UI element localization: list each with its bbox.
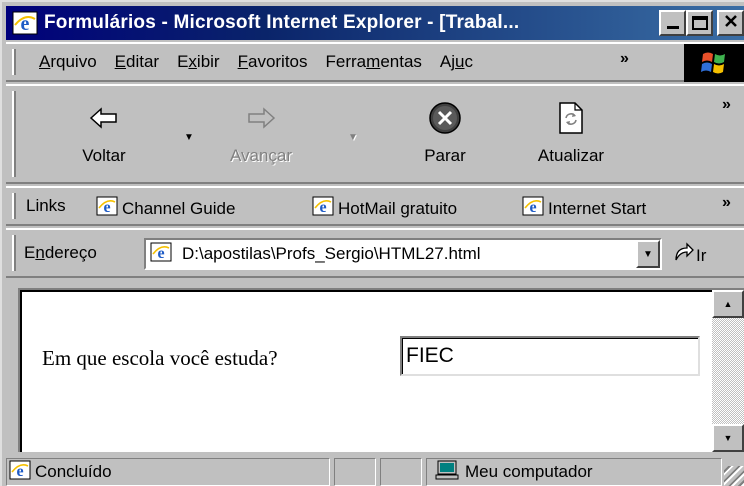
scroll-down-button[interactable]: ▼ <box>712 424 744 452</box>
ie-page-icon: e <box>9 460 31 485</box>
toolbar-grip[interactable] <box>12 91 16 177</box>
link-hotmail[interactable]: e HotMail gratuito <box>312 196 457 221</box>
address-input[interactable]: e D:\apostilas\Profs_Sergio\HTML27.html … <box>144 238 662 270</box>
status-text: Concluído <box>35 462 112 481</box>
back-arrow-icon <box>89 96 119 140</box>
computer-icon <box>435 460 459 485</box>
chevron-down-icon: ▼ <box>643 248 653 260</box>
toolbar-more-chevron-icon[interactable]: » <box>722 96 731 114</box>
go-arrow-icon <box>672 242 694 269</box>
close-button[interactable] <box>717 10 744 36</box>
page-content: Em que escola você estuda? FIEC ▲ ▼ <box>18 288 744 452</box>
vertical-scrollbar[interactable]: ▲ ▼ <box>712 290 744 452</box>
resize-grip[interactable] <box>724 466 744 486</box>
menu-editar[interactable]: Editar <box>106 52 168 72</box>
address-label: Endereço <box>24 243 97 262</box>
school-text-field[interactable]: FIEC <box>400 336 700 376</box>
address-dropdown-button[interactable]: ▼ <box>636 240 660 268</box>
address-grip[interactable] <box>12 235 16 271</box>
address-url: D:\apostilas\Profs_Sergio\HTML27.html <box>182 244 481 263</box>
link-internet-start[interactable]: e Internet Start <box>522 196 646 221</box>
chevron-down-icon: ▼ <box>723 433 733 443</box>
back-button[interactable]: Voltar <box>54 96 154 180</box>
status-bar: e Concluído Meu computador <box>6 456 744 486</box>
ie-page-icon: e <box>96 196 118 221</box>
ie-page-icon: e <box>522 196 544 221</box>
close-icon <box>724 14 738 33</box>
stop-button[interactable]: Parar <box>400 96 490 180</box>
scroll-up-button[interactable]: ▲ <box>712 290 744 318</box>
menu-more-chevron-icon[interactable]: » <box>620 50 629 68</box>
links-grip[interactable] <box>12 193 16 219</box>
minimize-button[interactable] <box>659 10 686 36</box>
menu-favoritos[interactable]: Favoritos <box>229 52 317 72</box>
link-channel-guide[interactable]: e Channel Guide <box>96 196 235 221</box>
status-text-panel: e Concluído <box>6 458 330 486</box>
maximize-icon <box>691 16 708 30</box>
title-bar[interactable]: e Formulários - Microsoft Internet Explo… <box>6 6 744 40</box>
stop-icon <box>428 96 462 140</box>
back-dropdown-icon[interactable]: ▼ <box>184 132 194 143</box>
menu-exibir[interactable]: Exibir <box>168 52 229 72</box>
ie-page-icon: e <box>150 242 172 267</box>
chevron-up-icon: ▲ <box>723 299 733 309</box>
zone-panel: Meu computador <box>426 458 722 486</box>
window-title: Formulários - Microsoft Internet Explore… <box>44 12 520 33</box>
forward-arrow-icon <box>246 96 276 140</box>
links-label[interactable]: Links <box>26 196 66 216</box>
refresh-button[interactable]: Atualizar <box>516 96 626 180</box>
links-more-chevron-icon[interactable]: » <box>722 194 731 212</box>
maximize-button[interactable] <box>686 10 713 36</box>
standard-toolbar: Voltar ▼ Avançar ▼ Parar Atualizar » <box>6 84 744 184</box>
ie-page-icon: e <box>312 196 334 221</box>
status-panel-blank <box>334 458 376 486</box>
windows-logo-icon <box>684 44 744 82</box>
links-bar: Links e Channel Guide e HotMail gratuito… <box>6 186 744 226</box>
refresh-icon <box>557 96 585 140</box>
document-view: Em que escola você estuda? FIEC <box>20 290 712 452</box>
go-button[interactable]: Ir <box>672 242 706 269</box>
zone-text: Meu computador <box>465 462 593 481</box>
menu-grip[interactable] <box>12 49 16 75</box>
browser-window: e Formulários - Microsoft Internet Explo… <box>0 0 744 486</box>
menu-ferramentas[interactable]: Ferramentas <box>317 52 431 72</box>
forward-dropdown-icon: ▼ <box>348 132 358 143</box>
minimize-icon <box>666 25 679 29</box>
menu-bar: Arquivo Editar Exibir Favoritos Ferramen… <box>6 42 744 82</box>
menu-arquivo[interactable]: Arquivo <box>30 52 106 72</box>
menu-ajuda[interactable]: Ajuc <box>431 52 477 72</box>
status-panel-blank <box>380 458 422 486</box>
question-label: Em que escola você estuda? <box>42 346 278 370</box>
forward-button: Avançar <box>206 96 316 180</box>
ie-icon[interactable]: e <box>10 9 40 37</box>
school-text-value: FIEC <box>406 344 454 367</box>
address-bar: Endereço e D:\apostilas\Profs_Sergio\HTM… <box>6 228 744 278</box>
